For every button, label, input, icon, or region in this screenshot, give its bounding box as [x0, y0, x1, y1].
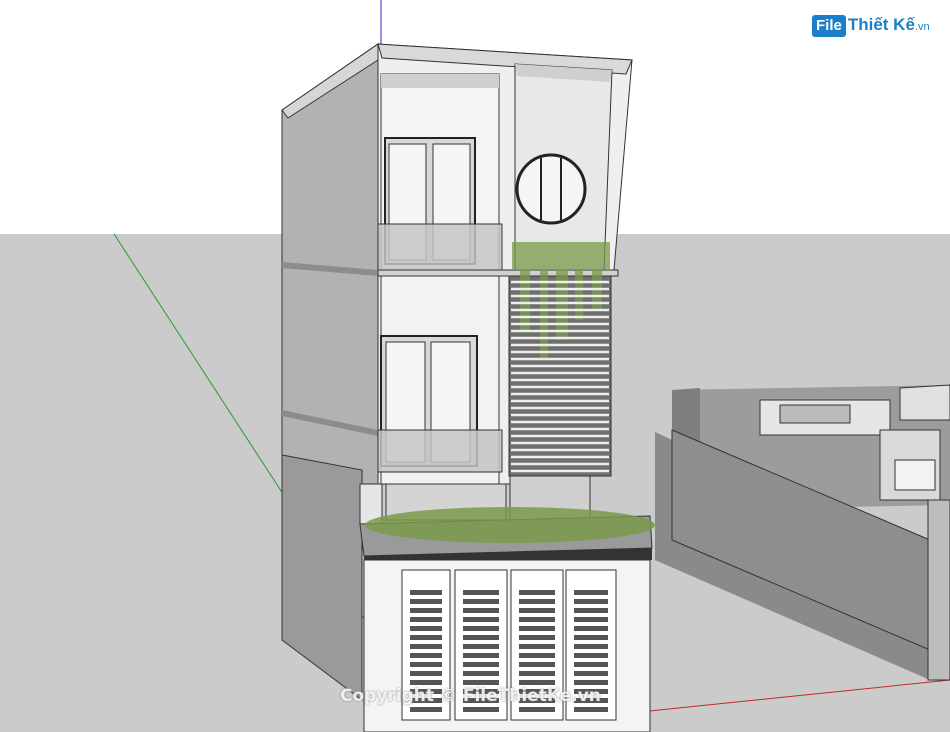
gate-slat	[463, 662, 499, 667]
logo-file-box: File	[812, 15, 846, 37]
gate-slat	[574, 590, 608, 595]
copyright-watermark: Copyright © FileThietKe.vn	[340, 686, 601, 706]
gate-slat	[410, 626, 442, 631]
gate-slat	[410, 644, 442, 649]
gate-slat	[519, 617, 555, 622]
gate-slat	[519, 599, 555, 604]
gate-slat	[463, 671, 499, 676]
balcony-glass-middle	[377, 429, 503, 473]
gate-slat	[410, 653, 442, 658]
gate-slat	[574, 662, 608, 667]
gate-slat	[519, 662, 555, 667]
gate-slat	[463, 617, 499, 622]
gate-slat	[410, 671, 442, 676]
gate-slat	[410, 617, 442, 622]
gate-slat	[519, 644, 555, 649]
gate-slat	[463, 608, 499, 613]
gate-slat	[519, 626, 555, 631]
gate-slat	[410, 662, 442, 667]
gate-slat	[463, 653, 499, 658]
gate-slat	[410, 590, 442, 595]
gate-slat	[519, 590, 555, 595]
gate-slat	[410, 635, 442, 640]
gate-slat	[410, 599, 442, 604]
gate-slat	[463, 635, 499, 640]
gate-slat	[574, 608, 608, 613]
front-planter	[359, 507, 655, 566]
gate-slat	[519, 653, 555, 658]
gate-slat	[574, 635, 608, 640]
gate-slat	[463, 590, 499, 595]
gate-slat	[463, 644, 499, 649]
gate-slat	[519, 671, 555, 676]
logo-suffix: .vn	[914, 21, 930, 33]
gate-slat	[574, 653, 608, 658]
gate-slat	[410, 608, 442, 613]
gate-slat	[574, 626, 608, 631]
sketchup-house-render	[0, 0, 950, 732]
gate-slat	[574, 644, 608, 649]
round-window	[515, 153, 587, 225]
balcony-glass-upper	[377, 223, 503, 271]
gate-slat	[574, 617, 608, 622]
gate-slat	[519, 608, 555, 613]
site-logo: File Thiết Kế.vn	[812, 10, 942, 40]
gate-slat	[574, 671, 608, 676]
logo-brand-text: Thiết Kế	[847, 15, 915, 34]
gate-slat	[463, 599, 499, 604]
gate-slat	[574, 599, 608, 604]
gate-slat	[463, 626, 499, 631]
gate-slat	[519, 635, 555, 640]
house-front-facade	[359, 43, 633, 525]
